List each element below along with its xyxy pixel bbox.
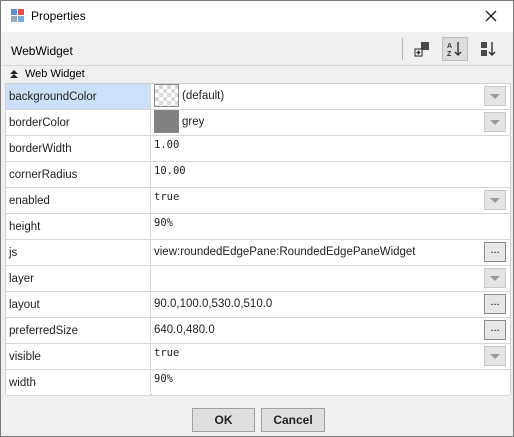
property-row-height[interactable]: height 90% (6, 214, 510, 240)
property-row-preferredSize[interactable]: preferredSize 640.0,480.0... (6, 318, 510, 344)
color-swatch[interactable] (154, 84, 179, 107)
chevron-down-icon (490, 197, 500, 203)
property-value-cell[interactable]: true (152, 344, 510, 369)
property-value: view:roundedEdgePane:RoundedEdgePaneWidg… (154, 246, 416, 258)
property-value-cell[interactable]: 90% (152, 370, 510, 395)
property-value-cell[interactable]: grey (152, 110, 510, 135)
property-value: 10.00 (154, 165, 186, 177)
property-name: layout (9, 299, 40, 311)
property-name: preferredSize (9, 325, 79, 337)
toolbar: WebWidget A Z (2, 32, 512, 66)
chevron-down-icon (490, 353, 500, 359)
property-value-cell[interactable]: view:roundedEdgePane:RoundedEdgePaneWidg… (152, 240, 510, 265)
chevron-down-icon (490, 93, 500, 99)
sort-az-icon: A Z (447, 42, 462, 58)
property-name: js (9, 247, 18, 259)
sort-order-button[interactable] (475, 37, 501, 61)
add-slot-icon (414, 42, 429, 57)
property-value-cell[interactable]: (default) (152, 84, 510, 109)
property-name: layer (9, 273, 34, 285)
property-row-layer[interactable]: layer (6, 266, 510, 292)
dropdown-button[interactable] (484, 86, 506, 106)
property-value: 90% (154, 217, 173, 229)
color-swatch[interactable] (154, 110, 179, 133)
property-value: 1.00 (154, 139, 180, 151)
property-name-cell[interactable]: width (6, 370, 151, 395)
property-name: enabled (9, 195, 50, 207)
property-name: visible (9, 351, 41, 363)
add-slot-button[interactable] (409, 37, 435, 61)
property-name: cornerRadius (9, 169, 78, 181)
toolbar-divider (402, 38, 403, 60)
cancel-button[interactable]: Cancel (261, 408, 325, 432)
property-name-cell[interactable]: js (6, 240, 151, 265)
dropdown-button[interactable] (484, 190, 506, 210)
ellipsis-button[interactable]: ... (484, 242, 506, 262)
ok-button[interactable]: OK (192, 408, 255, 432)
property-value: (default) (182, 90, 225, 102)
collapse-up-icon (10, 70, 18, 78)
property-value: 90% (154, 373, 173, 385)
close-icon (485, 10, 497, 22)
title-bar: Properties (1, 1, 513, 32)
property-name-cell[interactable]: visible (6, 344, 151, 369)
property-name: width (9, 377, 36, 389)
sort-order-icon (481, 42, 496, 56)
section-header[interactable]: Web Widget (2, 67, 512, 83)
property-name-cell[interactable]: enabled (6, 188, 151, 213)
property-name: backgroundColor (9, 91, 97, 103)
property-name-cell[interactable]: borderColor (6, 110, 151, 135)
ellipsis-button[interactable]: ... (484, 294, 506, 314)
chevron-down-icon (490, 275, 500, 281)
property-name-cell[interactable]: layer (6, 266, 151, 291)
property-name: borderWidth (9, 143, 72, 155)
property-value-cell[interactable] (152, 266, 510, 291)
property-row-borderColor[interactable]: borderColor grey (6, 110, 510, 136)
chevron-down-icon (490, 119, 500, 125)
property-row-width[interactable]: width 90% (6, 370, 510, 396)
property-row-cornerRadius[interactable]: cornerRadius 10.00 (6, 162, 510, 188)
dropdown-button[interactable] (484, 346, 506, 366)
property-value-cell[interactable]: 90.0,100.0,530.0,510.0... (152, 292, 510, 317)
property-name-cell[interactable]: backgroundColor (6, 84, 151, 109)
property-value-cell[interactable]: 90% (152, 214, 510, 239)
window-title: Properties (31, 9, 86, 23)
property-name: height (9, 221, 41, 233)
app-icon (11, 9, 25, 23)
property-value: true (154, 347, 180, 359)
properties-dialog: Properties WebWidget A Z Web Widget back… (0, 0, 514, 437)
property-value: 90.0,100.0,530.0,510.0 (154, 298, 273, 310)
property-value-cell[interactable]: 640.0,480.0... (152, 318, 510, 343)
section-label: Web Widget (25, 68, 85, 80)
property-row-layout[interactable]: layout 90.0,100.0,530.0,510.0... (6, 292, 510, 318)
svg-text:Z: Z (447, 51, 452, 58)
dropdown-button[interactable] (484, 268, 506, 288)
property-value-cell[interactable]: 1.00 (152, 136, 510, 161)
property-row-backgroundColor[interactable]: backgroundColor (default) (6, 84, 510, 110)
dropdown-button[interactable] (484, 112, 506, 132)
property-value: 640.0,480.0 (154, 324, 215, 336)
property-name-cell[interactable]: height (6, 214, 151, 239)
property-row-visible[interactable]: visible true (6, 344, 510, 370)
property-value-cell[interactable]: true (152, 188, 510, 213)
property-row-borderWidth[interactable]: borderWidth 1.00 (6, 136, 510, 162)
property-row-js[interactable]: js view:roundedEdgePane:RoundedEdgePaneWi… (6, 240, 510, 266)
property-value: true (154, 191, 180, 203)
svg-text:A: A (447, 43, 452, 50)
property-sheet: backgroundColor (default) borderColor grey b… (5, 83, 511, 396)
sort-alphabetical-button[interactable]: A Z (442, 37, 468, 61)
property-name-cell[interactable]: layout (6, 292, 151, 317)
property-value: grey (182, 116, 205, 128)
property-value-cell[interactable]: 10.00 (152, 162, 510, 187)
close-button[interactable] (473, 2, 509, 30)
property-name-cell[interactable]: cornerRadius (6, 162, 151, 187)
widget-type-label: WebWidget (11, 44, 73, 58)
property-name: borderColor (9, 117, 70, 129)
property-name-cell[interactable]: preferredSize (6, 318, 151, 343)
ellipsis-button[interactable]: ... (484, 320, 506, 340)
property-name-cell[interactable]: borderWidth (6, 136, 151, 161)
property-row-enabled[interactable]: enabled true (6, 188, 510, 214)
